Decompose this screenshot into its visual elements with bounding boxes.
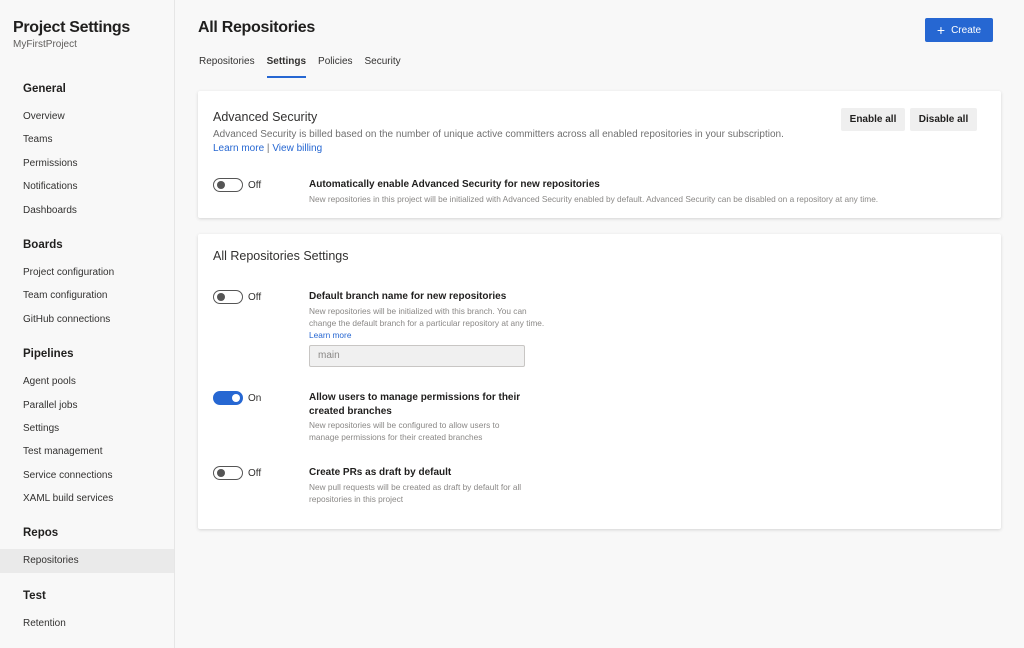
tab-repositories[interactable]: Repositories [199,56,255,78]
sidebar-item-teams[interactable]: Teams [0,128,174,151]
create-button[interactable]: + Create [925,18,993,42]
setting-description: New repositories will be initialized wit… [309,305,549,341]
draft-prs-toggle[interactable] [213,466,243,480]
sidebar-section-general: General [23,83,66,95]
tab-settings[interactable]: Settings [266,56,307,78]
sidebar-item-repositories[interactable]: Repositories [0,549,174,573]
sidebar-item-parallel-jobs[interactable]: Parallel jobs [0,394,174,417]
description-text: New repositories will be initialized wit… [309,306,545,328]
separator: | [266,143,270,154]
setting-title: Automatically enable Advanced Security f… [309,179,600,190]
toggle-state: On [248,393,262,404]
project-name: MyFirstProject [13,39,77,50]
tab-security[interactable]: Security [365,56,401,78]
create-label: Create [951,24,982,36]
sidebar-section-boards: Boards [23,238,63,251]
auto-enable-toggle[interactable] [213,178,243,192]
manage-permissions-toggle[interactable] [213,391,243,405]
sidebar-item-retention[interactable]: Retention [0,612,174,635]
setting-title: Default branch name for new repositories [309,291,507,302]
sidebar-item-overview[interactable]: Overview [0,105,174,128]
sidebar-item-github-connections[interactable]: GitHub connections [0,308,174,331]
setting-description: New repositories will be configured to a… [309,420,500,442]
sidebar-section-pipelines: Pipelines [23,348,74,361]
main-content: All Repositories + Create Repositories Se… [175,0,1024,648]
sidebar-item-agent-pools[interactable]: Agent pools [0,370,174,393]
sidebar-item-service-connections[interactable]: Service connections [0,464,174,487]
enable-all-button[interactable]: Enable all [841,108,905,131]
default-branch-toggle[interactable] [213,290,243,304]
default-branch-input[interactable]: main [309,345,525,367]
card-title: All Repositories Settings [213,249,349,263]
sidebar-item-project-configuration[interactable]: Project configuration [0,261,174,284]
setting-title: Create PRs as draft by default [309,467,452,478]
sidebar-title: Project Settings [13,19,131,36]
sidebar-nav: General Overview Teams Permissions Notificat… [0,80,174,635]
sidebar-item-settings[interactable]: Settings [0,417,174,440]
setting-description: New repositories in this project will be… [309,194,879,204]
sidebar-item-xaml-build-services[interactable]: XAML build services [0,487,174,510]
toggle-state: Off [248,468,262,479]
sidebar-item-team-configuration[interactable]: Team configuration [0,284,174,307]
sidebar-section-repos: Repos [23,527,59,540]
links: Learn more | View billing [213,143,322,154]
disable-all-button[interactable]: Disable all [910,108,977,131]
setting-title: Allow users to manage permissions for th… [309,392,521,417]
sidebar-item-notifications[interactable]: Notifications [0,175,174,198]
toggle-state: Off [248,180,262,191]
card-title: Advanced Security [213,110,318,124]
plus-icon: + [936,22,946,38]
setting-description: New pull requests will be created as dra… [309,482,522,504]
tabs: Repositories Settings Policies Security [199,56,401,78]
sidebar-item-test-management[interactable]: Test management [0,440,174,463]
learn-more-link[interactable]: Learn more [309,330,351,340]
page-title: All Repositories [198,19,316,36]
sidebar-section-test: Test [23,589,46,602]
view-billing-link[interactable]: View billing [272,143,322,154]
tab-policies[interactable]: Policies [318,56,352,78]
card-description: Advanced Security is billed based on the… [213,129,784,140]
toggle-state: Off [248,292,262,303]
learn-more-link[interactable]: Learn more [213,143,264,154]
all-repositories-settings-card: All Repositories Settings Off Default br… [198,234,1001,529]
sidebar: Project Settings MyFirstProject General O… [0,0,175,648]
advanced-security-card: Advanced Security Advanced Security is b… [198,91,1001,218]
sidebar-item-permissions[interactable]: Permissions [0,152,174,175]
sidebar-item-dashboards[interactable]: Dashboards [0,199,174,222]
